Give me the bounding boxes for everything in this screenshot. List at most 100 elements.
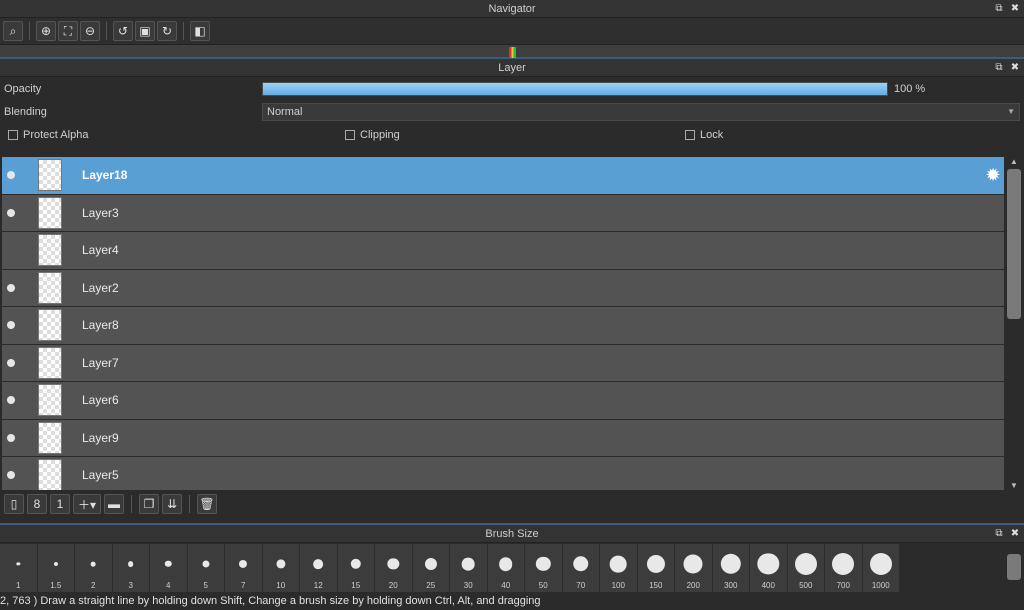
undock-icon[interactable]: ⧉ bbox=[994, 63, 1004, 73]
layer-row[interactable]: Layer5 bbox=[0, 457, 1004, 490]
brush-size-cell[interactable]: 4 bbox=[150, 544, 188, 592]
close-icon[interactable]: ✖ bbox=[1010, 63, 1020, 73]
layer-name: Layer18 bbox=[82, 168, 128, 183]
brush-size-cell[interactable]: 500 bbox=[787, 544, 825, 592]
new-layer-8bit-icon[interactable]: 8 bbox=[27, 494, 47, 514]
new-layer-1bit-icon[interactable]: 1 bbox=[50, 494, 70, 514]
brush-size-cell[interactable]: 700 bbox=[825, 544, 863, 592]
brush-size-cell[interactable]: 10 bbox=[262, 544, 300, 592]
visibility-toggle[interactable] bbox=[2, 321, 20, 330]
brush-size-cell[interactable]: 15 bbox=[337, 544, 375, 592]
navigator-preview[interactable] bbox=[0, 44, 1024, 59]
brush-size-cell[interactable]: 1000 bbox=[862, 544, 900, 592]
brush-size-label: 1.5 bbox=[50, 581, 62, 590]
zoom-in-icon[interactable]: ⊕ bbox=[36, 21, 56, 41]
visibility-toggle[interactable] bbox=[2, 396, 20, 405]
brush-size-cell[interactable]: 400 bbox=[750, 544, 788, 592]
layer-row[interactable]: Layer8 bbox=[0, 307, 1004, 345]
layer-row[interactable]: Layer18 ✹ bbox=[0, 157, 1004, 195]
trash-icon[interactable]: 🗑 bbox=[197, 494, 217, 514]
layer-row[interactable]: Layer6 bbox=[0, 382, 1004, 420]
brush-size-cell[interactable]: 200 bbox=[675, 544, 713, 592]
brush-size-cell[interactable]: 3 bbox=[112, 544, 150, 592]
layer-row[interactable]: Layer7 bbox=[0, 344, 1004, 382]
navigator-title-bar: Navigator ⧉ ✖ bbox=[0, 0, 1024, 18]
add-layer-menu-icon[interactable]: ＋▾ bbox=[73, 494, 101, 514]
folder-icon[interactable]: ▬ bbox=[104, 494, 124, 514]
scroll-down-icon[interactable]: ▼ bbox=[1010, 481, 1018, 490]
visibility-toggle[interactable] bbox=[2, 246, 20, 254]
brush-size-cell[interactable]: 40 bbox=[487, 544, 525, 592]
layer-name: Layer9 bbox=[82, 430, 119, 445]
layer-row[interactable]: Layer9 bbox=[0, 419, 1004, 457]
rotate-right-icon[interactable]: ↻ bbox=[157, 21, 177, 41]
brush-size-cell[interactable]: 300 bbox=[712, 544, 750, 592]
layer-row[interactable]: Layer4 bbox=[0, 232, 1004, 270]
scroll-thumb[interactable] bbox=[1007, 554, 1021, 580]
scroll-up-icon[interactable]: ▲ bbox=[1010, 157, 1018, 166]
visibility-toggle[interactable] bbox=[2, 433, 20, 442]
clipping-label: Clipping bbox=[360, 129, 400, 141]
close-icon[interactable]: ✖ bbox=[1010, 4, 1020, 14]
close-icon[interactable]: ✖ bbox=[1010, 529, 1020, 539]
blending-row: Blending Normal ▼ bbox=[0, 100, 1024, 123]
brush-size-cell[interactable]: 150 bbox=[637, 544, 675, 592]
visibility-toggle[interactable] bbox=[2, 171, 20, 180]
brush-size-cell[interactable]: 2 bbox=[75, 544, 113, 592]
layer-name: Layer7 bbox=[82, 355, 119, 370]
brush-size-label: 5 bbox=[203, 581, 208, 590]
layer-thumbnail bbox=[38, 346, 62, 379]
flip-horizontal-icon[interactable]: ◧ bbox=[190, 21, 210, 41]
brush-size-label: 2 bbox=[91, 581, 96, 590]
brush-dot bbox=[646, 554, 665, 574]
opacity-slider[interactable] bbox=[262, 81, 888, 96]
reset-rotation-icon[interactable]: ▣ bbox=[135, 21, 155, 41]
layer-row[interactable]: Layer2 bbox=[0, 269, 1004, 307]
scroll-thumb[interactable] bbox=[1007, 169, 1021, 319]
brush-size-cell[interactable]: 30 bbox=[450, 544, 488, 592]
brush-size-cell[interactable]: 5 bbox=[187, 544, 225, 592]
protect-alpha-label: Protect Alpha bbox=[23, 129, 89, 141]
brush-size-cell[interactable]: 7 bbox=[225, 544, 263, 592]
brush-size-label: 12 bbox=[313, 581, 323, 590]
undock-icon[interactable]: ⧉ bbox=[994, 529, 1004, 539]
visibility-toggle[interactable] bbox=[2, 358, 20, 367]
brush-size-cell[interactable]: 1.5 bbox=[37, 544, 75, 592]
merge-down-icon[interactable]: ⇊ bbox=[162, 494, 182, 514]
new-layer-icon[interactable]: ▯ bbox=[4, 494, 24, 514]
brush-size-cell[interactable]: 100 bbox=[600, 544, 638, 592]
checkbox-box bbox=[8, 130, 18, 140]
duplicate-layer-icon[interactable]: ❐ bbox=[139, 494, 159, 514]
layer-thumbnail bbox=[38, 271, 62, 304]
brush-size-cell[interactable]: 50 bbox=[525, 544, 563, 592]
brush-dot bbox=[387, 558, 399, 570]
brush-size-label: 25 bbox=[426, 581, 436, 590]
clipping-checkbox[interactable]: Clipping bbox=[345, 129, 685, 141]
blending-select[interactable]: Normal ▼ bbox=[262, 102, 1020, 121]
layer-thumbnail bbox=[38, 421, 62, 454]
layer-row[interactable]: Layer3 bbox=[0, 194, 1004, 232]
visibility-toggle[interactable] bbox=[2, 283, 20, 292]
brush-size-cell[interactable]: 20 bbox=[375, 544, 413, 592]
eye-icon bbox=[7, 433, 15, 442]
brush-size-cell[interactable]: 1 bbox=[0, 544, 38, 592]
visibility-toggle[interactable] bbox=[2, 208, 20, 217]
view-marker[interactable] bbox=[509, 47, 516, 58]
layer-scrollbar[interactable]: ▲ ▼ bbox=[1005, 157, 1024, 490]
brush-size-cell[interactable]: 12 bbox=[300, 544, 338, 592]
zoom-actual-icon[interactable]: ⌕ bbox=[3, 21, 23, 41]
opacity-label: Opacity bbox=[4, 82, 42, 95]
zoom-out-icon[interactable]: ⊖ bbox=[80, 21, 100, 41]
rotate-left-icon[interactable]: ↺ bbox=[113, 21, 133, 41]
brush-scrollbar[interactable] bbox=[1005, 544, 1024, 592]
brush-size-cell[interactable]: 70 bbox=[562, 544, 600, 592]
brush-size-cell[interactable]: 25 bbox=[412, 544, 450, 592]
brush-size-label: 1 bbox=[16, 581, 21, 590]
undock-icon[interactable]: ⧉ bbox=[994, 4, 1004, 14]
fit-window-icon[interactable]: ⛶ bbox=[58, 21, 78, 41]
protect-alpha-checkbox[interactable]: Protect Alpha bbox=[8, 129, 345, 141]
gear-icon[interactable]: ✹ bbox=[982, 165, 1004, 186]
visibility-toggle[interactable] bbox=[2, 471, 20, 480]
lock-checkbox[interactable]: Lock bbox=[685, 129, 723, 141]
brush-dot bbox=[832, 553, 855, 575]
